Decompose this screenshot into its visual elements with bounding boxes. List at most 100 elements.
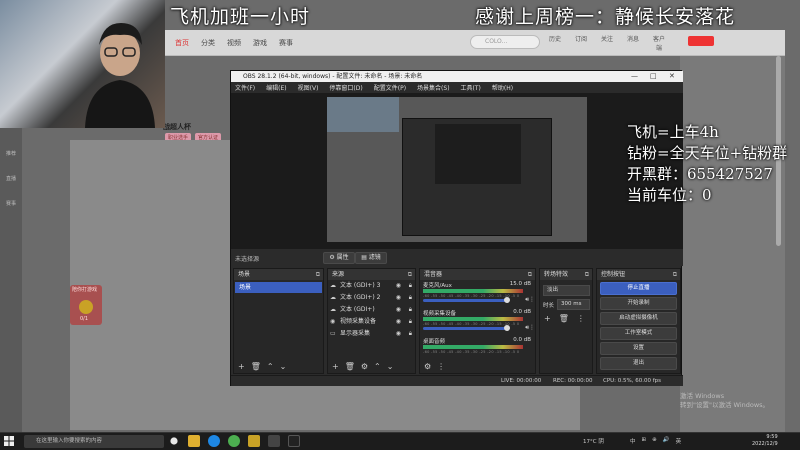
obs-icon[interactable] (268, 435, 280, 447)
volume-slider[interactable] (423, 299, 508, 302)
trash-icon[interactable]: 🗑 (559, 314, 569, 323)
taskbar-search-input[interactable]: 在这里输入你要搜索的内容 (24, 435, 164, 448)
menu-file[interactable]: 文件(F) (235, 83, 255, 92)
dock-undock-icon[interactable]: ⧉ (316, 269, 320, 280)
app-icon[interactable] (248, 435, 260, 447)
menu-help[interactable]: 帮助(H) (492, 83, 513, 92)
add-icon[interactable]: + (544, 314, 551, 323)
menu-scene-collection[interactable]: 场景集合(S) (417, 83, 450, 92)
gear-icon[interactable]: ⚙ (361, 362, 368, 371)
sidebar-item-match[interactable]: 赛事 (2, 200, 20, 207)
lock-icon[interactable]: 🔒︎ (409, 328, 412, 340)
duration-input[interactable]: 300 ms (557, 299, 590, 310)
more-vertical-icon[interactable]: ⋮ (529, 324, 535, 331)
exit-button[interactable]: 退出 (600, 357, 677, 370)
menu-view[interactable]: 视图(V) (298, 83, 319, 92)
volume-slider-handle[interactable] (504, 297, 510, 303)
history-icon[interactable]: 历史 (548, 34, 562, 52)
sidebar-item-live[interactable]: 直播 (2, 175, 20, 182)
chevron-up-icon[interactable]: ⌃ (374, 362, 381, 371)
gear-icon[interactable]: ⚙ (424, 362, 431, 371)
chevron-down-icon[interactable]: ⌄ (280, 362, 287, 371)
menu-tools[interactable]: 工具(T) (461, 83, 481, 92)
lock-icon[interactable]: 🔒︎ (409, 304, 412, 316)
dock-undock-icon[interactable]: ⧉ (528, 269, 532, 280)
language-icon[interactable]: 英 (676, 437, 682, 445)
scenes-dock-title: 场景 ⧉ (234, 269, 323, 280)
app-icon[interactable] (288, 435, 300, 447)
trash-icon[interactable]: 🗑 (345, 362, 355, 371)
source-item[interactable]: ☁ 文本 (GDI+) 3 ◉ 🔒︎ (328, 280, 415, 292)
system-tray: 中 ⊞ ⊕ 🔊 英 (630, 437, 681, 445)
speaker-icon[interactable]: 🔊 (663, 437, 670, 445)
more-vertical-icon[interactable]: ⋮ (577, 314, 585, 323)
sidebar-item-recommend[interactable]: 推荐 (2, 150, 20, 157)
settings-button[interactable]: 设置 (600, 342, 677, 355)
preview-canvas (327, 97, 587, 242)
lock-icon[interactable]: 🔒︎ (409, 292, 412, 304)
menu-edit[interactable]: 编辑(E) (266, 83, 286, 92)
menu-docks[interactable]: 停靠窗口(D) (329, 83, 362, 92)
duration-label: 时长 (543, 303, 555, 309)
subscribe-icon[interactable]: 订阅 (574, 34, 588, 52)
add-icon[interactable]: + (332, 362, 339, 371)
dock-undock-icon[interactable]: ⧉ (408, 269, 412, 280)
taskbar-weather[interactable]: 17°C 阴 (583, 437, 604, 445)
file-explorer-icon[interactable] (188, 435, 200, 447)
dock-undock-icon[interactable]: ⧉ (585, 269, 589, 280)
stop-streaming-button[interactable]: 停止直播 (600, 282, 677, 295)
lock-icon[interactable]: 🔒︎ (409, 280, 412, 292)
windows-start-icon[interactable] (4, 436, 14, 446)
nav-video[interactable]: 视频 (227, 38, 241, 48)
volume-slider[interactable] (423, 327, 508, 330)
eye-icon[interactable]: ◉ (396, 292, 401, 304)
site-login-button[interactable] (688, 36, 714, 46)
taskbar-clock[interactable]: 9:59 2022/12/9 (752, 434, 778, 448)
scene-item[interactable]: 场景 (235, 282, 322, 293)
source-item[interactable]: ☁ 文本 (GDI+) ◉ 🔒︎ (328, 304, 415, 316)
lock-icon[interactable]: 🔒︎ (409, 316, 412, 328)
client-icon[interactable]: 客户端 (652, 34, 666, 52)
filters-button[interactable]: ▤ 滤镜 (355, 252, 387, 264)
nav-game[interactable]: 游戏 (253, 38, 267, 48)
eye-icon[interactable]: ◉ (396, 280, 401, 292)
maximize-button[interactable]: □ (650, 71, 657, 82)
chevron-up-icon[interactable]: ⌃ (267, 362, 274, 371)
site-search-input[interactable]: COLO... (470, 35, 540, 49)
follow-icon[interactable]: 关注 (600, 34, 614, 52)
edge-icon[interactable] (208, 435, 220, 447)
nav-category[interactable]: 分类 (201, 38, 215, 48)
volume-slider-handle[interactable] (504, 325, 510, 331)
nav-home[interactable]: 首页 (175, 38, 189, 48)
studio-mode-button[interactable]: 工作室模式 (600, 327, 677, 340)
source-item[interactable]: ☁ 文本 (GDI+) 2 ◉ 🔒︎ (328, 292, 415, 304)
dock-undock-icon[interactable]: ⧉ (673, 269, 677, 280)
menu-profile[interactable]: 配置文件(P) (374, 83, 406, 92)
more-vertical-icon[interactable]: ⋮ (529, 296, 535, 303)
source-item[interactable]: ▭ 显示器采集 ◉ 🔒︎ (328, 328, 415, 340)
trash-icon[interactable]: 🗑 (251, 362, 261, 371)
chevron-down-icon[interactable]: ⌄ (387, 362, 394, 371)
add-icon[interactable]: + (238, 362, 245, 371)
network-icon[interactable]: ⊞ (642, 437, 647, 445)
meter-scale: -60 -55 -50 -45 -40 -35 -30 -25 -20 -15 … (423, 350, 520, 354)
more-vertical-icon[interactable]: ⋮ (437, 362, 445, 371)
eye-icon[interactable]: ◉ (396, 304, 401, 316)
ime-icon[interactable]: 中 (630, 437, 636, 445)
message-icon[interactable]: 消息 (626, 34, 640, 52)
close-button[interactable]: ✕ (669, 71, 675, 82)
rec-status: REC: 00:00:00 (553, 378, 593, 384)
eye-icon[interactable]: ◉ (396, 316, 401, 328)
transition-select[interactable]: 淡出 (543, 285, 590, 296)
source-item[interactable]: ◉ 视频采集设备 ◉ 🔒︎ (328, 316, 415, 328)
globe-icon[interactable]: ⊕ (652, 437, 657, 445)
nav-match[interactable]: 赛事 (279, 38, 293, 48)
properties-button[interactable]: ⚙ 属性 (323, 252, 355, 264)
chrome-icon[interactable] (228, 435, 240, 447)
task-view-icon[interactable] (170, 437, 178, 445)
minimize-button[interactable]: — (631, 71, 638, 82)
start-recording-button[interactable]: 开始录制 (600, 297, 677, 310)
eye-icon[interactable]: ◉ (396, 328, 401, 340)
start-virtual-camera-button[interactable]: 启动虚拟摄像机 (600, 312, 677, 325)
obs-preview[interactable] (231, 93, 683, 248)
